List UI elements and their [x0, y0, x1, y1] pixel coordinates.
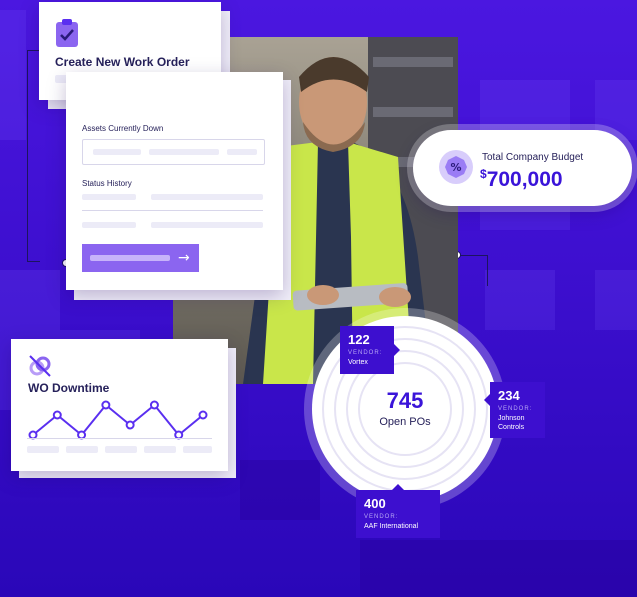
broken-link-icon	[28, 354, 52, 378]
open-pos-label: Open POs	[379, 416, 431, 428]
downtime-title: WO Downtime	[28, 381, 110, 395]
budget-card: % Total Company Budget $700,000	[413, 130, 632, 206]
budget-amount: 700,000	[486, 168, 563, 191]
data-point	[198, 410, 208, 420]
percent-icon: %	[439, 150, 473, 184]
chart-axis	[27, 438, 212, 439]
tick-bar	[144, 446, 176, 453]
bg-tile	[0, 10, 26, 140]
submit-button[interactable]: →	[82, 244, 199, 272]
data-point	[125, 420, 135, 430]
vendor-count: 234	[498, 388, 520, 403]
button-label-bar	[90, 255, 170, 261]
bg-tile	[595, 270, 637, 330]
status-history-label: Status History	[82, 179, 132, 188]
budget-label: Total Company Budget	[482, 152, 584, 163]
connector-line	[457, 255, 488, 286]
history-row-bar	[82, 194, 136, 200]
tick-bar	[66, 446, 98, 453]
placeholder-bar	[93, 149, 141, 155]
badge-pointer	[392, 484, 404, 490]
vendor-name: AAF International	[364, 523, 419, 530]
vendor-badge: 400 VENDOR: AAF International	[356, 484, 440, 538]
data-point	[101, 400, 111, 410]
badge-pointer	[484, 394, 490, 406]
vendor-badge: 234 VENDOR: Johnson Controls	[484, 382, 545, 438]
series-line	[32, 403, 204, 437]
budget-value: $700,000	[480, 167, 563, 192]
downtime-chart	[28, 400, 208, 440]
work-order-title: Create New Work Order	[55, 55, 190, 69]
vendor-count: 122	[348, 332, 370, 347]
bg-tile	[240, 460, 320, 520]
vendor-badge: 122 VENDOR: Vortex	[340, 326, 400, 374]
downtime-card: WO Downtime	[11, 339, 228, 471]
vendor-count: 400	[364, 496, 386, 511]
bg-tile	[0, 270, 60, 330]
vendor-tag: VENDOR:	[348, 350, 383, 356]
vendor-name: Vortex	[348, 359, 368, 366]
budget-currency: $	[480, 167, 487, 181]
tick-bar	[27, 446, 59, 453]
clipboard-check-icon	[55, 18, 79, 48]
open-pos-total: 745	[386, 388, 424, 413]
vendor-tag: VENDOR:	[498, 406, 533, 412]
placeholder-bar	[227, 149, 257, 155]
data-point	[52, 410, 62, 420]
history-row-bar	[82, 222, 136, 228]
svg-text:%: %	[450, 161, 461, 174]
status-form-card: Assets Currently Down Status History →	[66, 72, 283, 290]
bg-tile	[360, 540, 637, 597]
assets-input[interactable]	[82, 139, 265, 165]
vendor-name: Johnson Controls	[498, 415, 525, 431]
tick-bar	[105, 446, 137, 453]
divider	[82, 210, 263, 211]
placeholder-bar	[149, 149, 219, 155]
history-row-bar	[151, 222, 263, 228]
assets-label: Assets Currently Down	[82, 124, 164, 133]
tick-bar	[183, 446, 212, 453]
badge-pointer	[394, 344, 400, 356]
arrow-right-icon: →	[178, 250, 190, 266]
vendor-tag: VENDOR:	[364, 514, 399, 520]
history-row-bar	[151, 194, 263, 200]
app-root: { "work_order": { "title": "Create New W…	[0, 0, 637, 597]
data-point	[149, 400, 159, 410]
